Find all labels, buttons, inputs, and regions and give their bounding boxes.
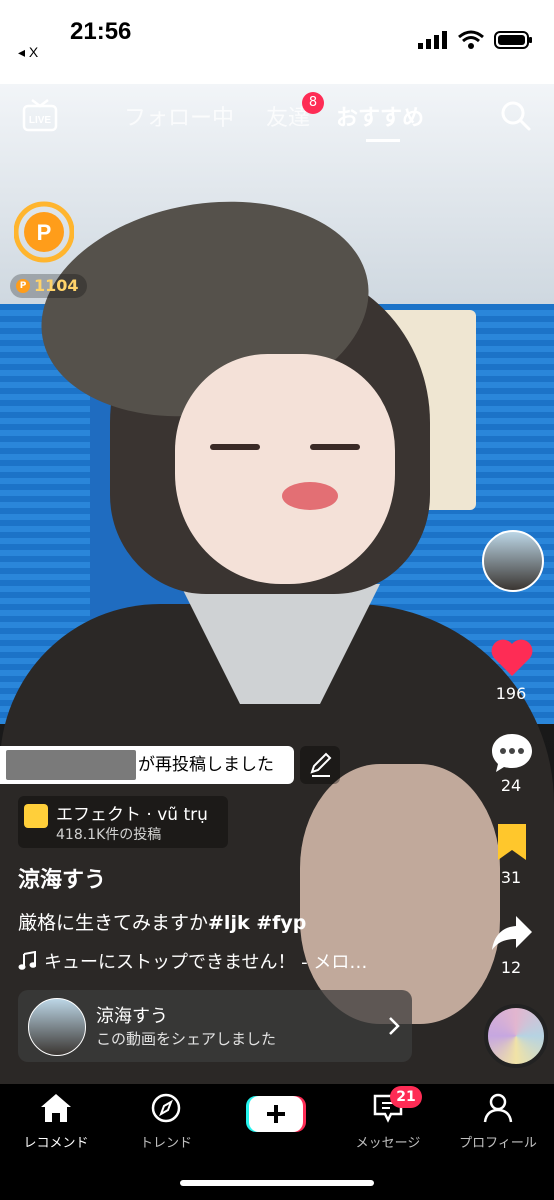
svg-text:LIVE: LIVE [29,115,52,126]
music-info[interactable]: キューにストップできません！ - メロ… [18,948,367,974]
caption-hashtags[interactable]: #ljk #fyp [208,912,306,934]
tab-label: プロフィール [459,1136,537,1151]
redacted-username [6,750,136,780]
search-icon[interactable] [500,100,532,132]
shared-by-card[interactable]: 涼海すう この動画をシェアしました [18,990,412,1062]
person-eye [210,444,260,450]
music-note-icon [18,951,36,970]
repost-text: が再投稿しました [138,755,274,775]
top-nav: LIVE フォロー中 友達 8 おすすめ [0,88,554,142]
status-icons [418,30,534,50]
share-icon[interactable] [490,912,534,954]
effect-title: エフェクト · vũ trụ [56,805,208,825]
tab-recommend[interactable]: レコメンド [6,1092,106,1151]
sharer-subtitle: この動画をシェアしました [96,1030,277,1048]
comment-count: 24 [500,776,522,795]
active-tab-underline [366,139,400,142]
person-eye [310,444,360,450]
tab-profile[interactable]: プロフィール [448,1092,548,1151]
caption-text: 厳格に生きてみますか [18,912,209,934]
battery-icon [494,31,532,49]
effect-sparkle-icon [24,804,48,828]
tab-trend[interactable]: トレンド [116,1092,216,1151]
tab-for-you[interactable]: おすすめ [336,100,424,132]
like-count: 196 [495,684,527,703]
person-face [175,354,395,584]
status-time: 21:56 [70,18,132,45]
coin-count[interactable]: P 1104 [10,274,87,298]
comment-icon[interactable] [490,732,534,774]
sharer-avatar [28,998,86,1056]
effect-chip[interactable]: エフェクト · vũ trụ 418.1K件の投稿 [18,796,228,848]
heart-icon[interactable] [490,638,534,678]
message-badge: 21 [390,1086,422,1108]
tab-label: メッセージ [355,1136,421,1151]
svg-text:P: P [37,220,52,245]
create-icon[interactable] [246,1094,306,1134]
author-name[interactable]: 涼海すう [18,862,106,894]
repost-banner[interactable]: が再投稿しました [0,746,294,784]
share-count: 12 [500,958,522,977]
creator-avatar[interactable] [482,530,544,592]
status-bar: 21:56 ◂ X [0,0,554,84]
tab-messages[interactable]: メッセージ [338,1092,438,1151]
bookmark-icon[interactable] [494,822,530,862]
signal-icon [418,31,447,49]
profile-icon [483,1093,513,1123]
tab-label: トレンド [139,1136,192,1151]
music-disc[interactable] [484,1004,548,1068]
friends-badge: 8 [302,92,324,114]
coin-count-value: 1104 [34,276,79,295]
chevron-right-icon [389,1017,400,1035]
tab-following[interactable]: フォロー中 [124,100,234,132]
live-icon[interactable]: LIVE [22,98,58,132]
home-indicator [180,1180,374,1186]
person-mouth [282,482,338,510]
save-count: 31 [500,868,522,887]
back-to-app-link[interactable]: ◂ X [18,44,38,61]
video-caption: 厳格に生きてみますか#ljk #fyp [18,908,306,935]
tab-label: レコメンド [23,1136,89,1151]
sharer-name: 涼海すう [96,1006,168,1027]
wifi-icon [458,30,484,49]
effect-post-count: 418.1K件の投稿 [56,827,162,843]
coin-small-icon: P [16,279,30,293]
coin-reward-icon[interactable]: P [14,200,74,264]
person-hand [300,764,500,1024]
music-title: キューにストップできません！ - メロ… [44,952,368,973]
home-icon [41,1094,71,1122]
compass-icon [151,1093,181,1123]
edit-repost-button[interactable] [300,746,340,784]
pencil-icon [310,752,332,777]
